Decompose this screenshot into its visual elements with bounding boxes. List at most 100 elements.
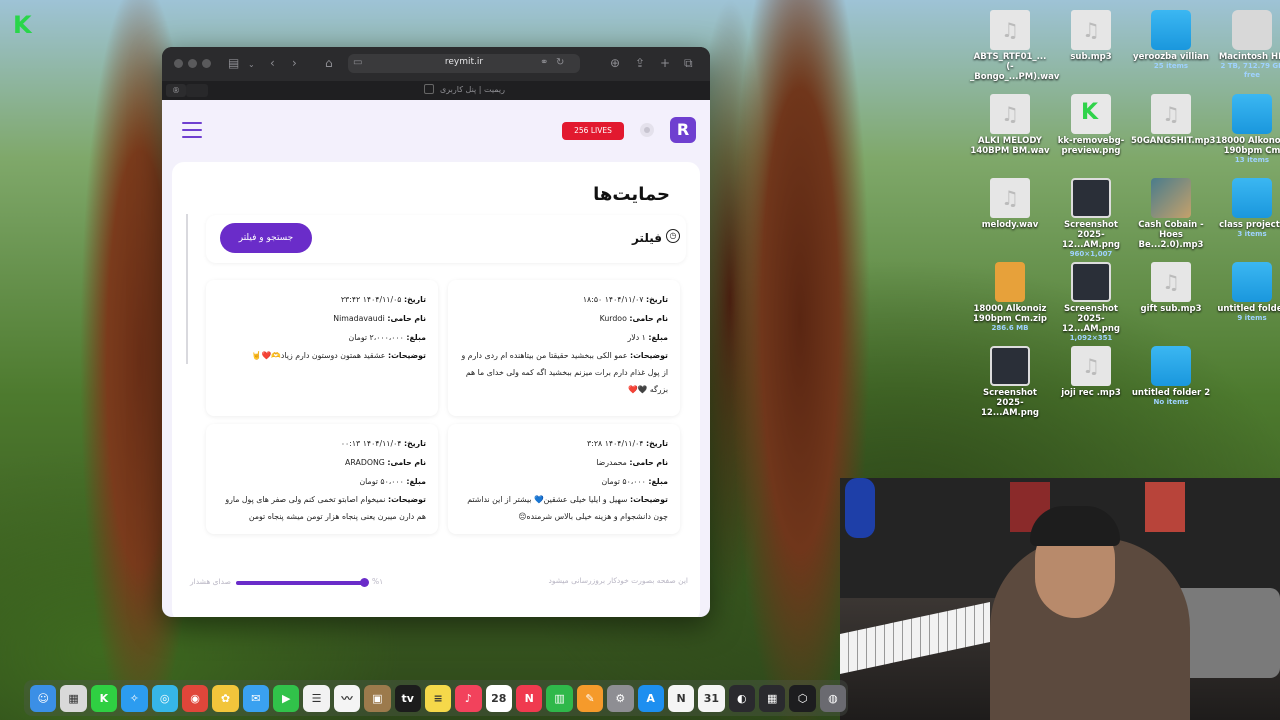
desktop-icon-label: gift sub.mp3 [1140,304,1202,314]
donation-amount-row: مبلغ: ۲،۰۰۰،۰۰۰ تومان [214,328,426,347]
tab-overview-icon[interactable]: ⧉ [684,56,693,70]
active-tab-title[interactable]: ریمیت | پنل کاربری [440,85,505,94]
desktop-icon[interactable]: untitled folder 2 No items [1131,346,1211,407]
lives-badge[interactable]: 256 LIVES [562,122,624,140]
desktop-icon-label: kk-removebg-preview.png [1057,136,1125,156]
desktop-icon[interactable]: 18000 Alkonoiz 190bpm Cm.zip 286.6 MB [970,262,1050,333]
dock-app-music-icon[interactable]: ♪ [455,684,482,712]
desktop-icon[interactable]: gift sub.mp3 [1131,262,1211,314]
desktop-icon[interactable]: class projects 3 items [1212,178,1280,239]
desktop-icon[interactable]: sub.mp3 [1051,10,1131,62]
dock-app-calendar-icon[interactable]: 28 [485,684,512,712]
scroll-track[interactable] [186,214,188,364]
dock-app-grid-icon[interactable]: ▦ [759,684,786,712]
site-logo[interactable]: R [670,117,696,143]
dock-app-helper-icon[interactable]: ◎ [151,684,178,712]
donation-desc: عشقید همتون دوستون دارم زیاد🫶❤️🤘 [251,351,386,360]
desktop-icon-detail: 13 items [1234,156,1270,164]
dock-app-safari-icon[interactable]: ✧ [121,684,148,712]
sidebar-icon[interactable]: ▤ [228,56,239,70]
donation-card: تاریخ: ۱۴۰۴/۱۱/۰۷ ۱۸:۵۰ نام حامی: Kurdoo… [448,280,680,416]
translate-icon[interactable]: ⚭ [540,56,548,70]
dock-app-unity-icon[interactable]: ⬡ [789,684,816,712]
desktop-icon[interactable]: Screenshot 2025-12...AM.png 1,092×351 [1051,262,1131,343]
desktop-icon[interactable]: Macintosh HD 2 TB, 712.79 GB free [1212,10,1280,80]
desktop-icon[interactable]: Cash Cobain - Hoes Be...2.0).mp3 [1131,178,1211,250]
desktop-icon[interactable]: 18000 Alkonoiz 190bpm Cm13 items [1212,94,1280,165]
desktop-icon-label: yeroozba villian [1133,52,1209,62]
dock-app-freeform-icon[interactable]: 〰 [333,684,361,712]
desktop-icon[interactable]: Screenshot 2025-12...AM.png [970,346,1050,418]
download-icon[interactable]: ⊕ [610,56,620,70]
dock-app-tv-icon[interactable]: tv [394,684,421,712]
address-bar[interactable]: ▭ reymit.ir ⚭ ↻ [348,54,580,73]
desktop-icon-label: Screenshot 2025-12...AM.png [980,388,1039,418]
dock-app-notion-icon[interactable]: N [667,684,695,712]
filter-label[interactable]: فیلتر [632,231,662,245]
close-window-button[interactable] [174,59,183,68]
kick-app-icon[interactable]: K [13,13,37,37]
minimize-window-button[interactable] [188,59,197,68]
desc-label: توضیحات: [387,495,426,504]
dock-app-photos-icon[interactable]: ✿ [212,684,239,712]
desktop-icon-label: 18000 Alkonoiz 190bpm Cm.zip [973,304,1047,324]
desktop-icon-label: ALKI MELODY 140BPM BM.wav [970,136,1050,156]
amount-label: مبلغ: [648,333,668,342]
desktop-icon[interactable]: kk-removebg-preview.png [1051,94,1131,156]
pinned-tab[interactable] [186,84,208,97]
name-label: نام حامی: [629,314,668,323]
forward-icon[interactable]: › [292,56,297,70]
dock-app-finder-icon[interactable]: ☺ [30,684,57,712]
desktop-icon[interactable]: yeroozba villian 25 items [1131,10,1211,71]
zoom-window-button[interactable] [202,59,211,68]
dock-app-disk-icon[interactable]: ◍ [819,684,847,712]
folder-icon [1232,262,1272,302]
dock-app-news-icon[interactable]: N [516,684,543,712]
pinned-tab[interactable]: ® [166,84,186,97]
dock-app-chrome-icon[interactable]: ◉ [181,684,209,712]
dock-app-settings-icon[interactable]: ⚙ [607,684,634,712]
theme-toggle[interactable] [640,123,654,137]
dock-app-activity-icon[interactable]: ◐ [728,684,755,712]
browser-toolbar: ▤ ⌄ ‹ › ⌂ ▭ reymit.ir ⚭ ↻ ⊕ ⇪ + ⧉ [162,47,710,81]
filter-icon[interactable]: ◷ [666,229,680,243]
menu-icon[interactable] [182,122,202,138]
search-filter-button[interactable]: جستجو و فیلتر [220,223,312,253]
desktop-icon[interactable]: Screenshot 2025-12...AM.png 960×1,007 [1051,178,1131,259]
desktop-icon-label: joji rec .mp3 [1061,388,1121,398]
desktop-icon[interactable]: untitled folder 9 items [1212,262,1280,323]
chevron-down-icon[interactable]: ⌄ [248,58,255,72]
donation-date-row: تاریخ: ۱۴۰۴/۱۱/۰۵ ۲۳:۴۲ [214,290,426,309]
amount-label: مبلغ: [406,477,426,486]
dock-app-notes-brown-icon[interactable]: ▣ [364,684,391,712]
donation-card: تاریخ: ۱۴۰۴/۱۱/۰۴ ۰۰:۱۳ نام حامی: ARADON… [206,424,438,534]
file-icon [990,178,1030,218]
desktop-icon[interactable]: ALKI MELODY 140BPM BM.wav [970,94,1050,156]
dock-app-facetime-icon[interactable]: ▶ [273,684,300,712]
dock-app-notes-icon[interactable]: ≡ [424,684,452,712]
volume-slider-knob[interactable] [360,578,369,587]
dock-app-kick-icon[interactable]: K [90,684,118,712]
new-tab-icon[interactable]: + [660,56,670,70]
dock-app-app-store-icon[interactable]: A [637,684,664,712]
file-icon [1151,262,1191,302]
date-label: تاریخ: [645,439,668,448]
date-label: تاریخ: [403,295,426,304]
desktop-icon[interactable]: 50GANGSHIT.mp3 [1131,94,1215,146]
back-icon[interactable]: ‹ [270,56,275,70]
dock-app-pages-icon[interactable]: ✎ [576,684,604,712]
volume-slider[interactable] [236,578,369,587]
desktop-icon[interactable]: melody.wav [970,178,1050,230]
dock-app-launchpad-icon[interactable]: ▦ [60,684,87,712]
dock-app-mail-icon[interactable]: ✉ [242,684,269,712]
dock-app-numbers-icon[interactable]: ▥ [546,684,573,712]
donation-name-row: نام حامی: محمدرضا [456,453,668,472]
desktop-icon[interactable]: ABTS_RTF01_...(- _Bongo_...PM).wav [970,10,1059,82]
home-icon[interactable]: ⌂ [325,56,333,70]
dock-app-fantastical-icon[interactable]: 31 [698,684,725,712]
desktop-icon[interactable]: joji rec .mp3 [1051,346,1131,398]
dock-app-reminders-icon[interactable]: ☰ [303,684,330,712]
desc-label: توضیحات: [629,351,668,360]
reload-icon[interactable]: ↻ [556,56,564,70]
share-icon[interactable]: ⇪ [635,56,645,70]
